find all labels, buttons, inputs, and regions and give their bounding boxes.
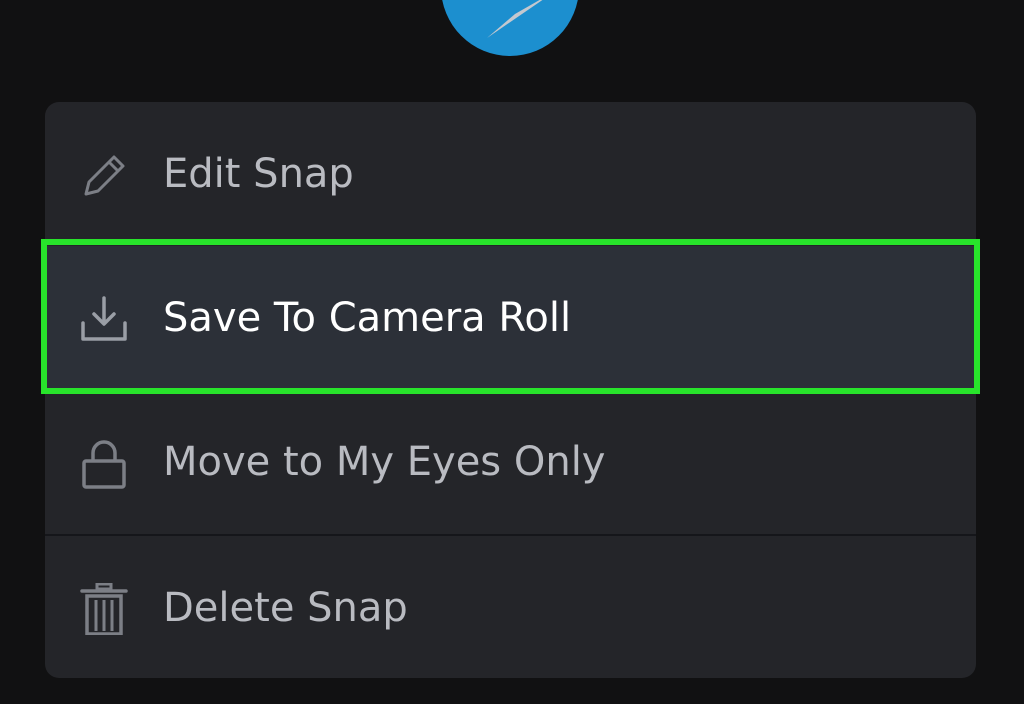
move-to-my-eyes-only-label: Move to My Eyes Only: [163, 439, 606, 485]
snap-options-menu: Edit Snap Save To Camera Roll Move to My…: [45, 102, 976, 678]
save-to-camera-roll-item[interactable]: Save To Camera Roll: [45, 246, 976, 390]
delete-snap-label: Delete Snap: [163, 585, 408, 631]
trash-icon: [78, 583, 130, 635]
edit-snap-item[interactable]: Edit Snap: [45, 102, 976, 246]
download-icon: [78, 294, 130, 346]
save-to-camera-roll-label: Save To Camera Roll: [163, 295, 572, 341]
lock-icon: [78, 438, 130, 490]
send-arrow-icon: [487, 0, 543, 38]
send-button[interactable]: [441, 0, 579, 56]
pencil-icon: [78, 150, 130, 202]
move-to-my-eyes-only-item[interactable]: Move to My Eyes Only: [45, 390, 976, 536]
delete-snap-item[interactable]: Delete Snap: [45, 536, 976, 678]
edit-snap-label: Edit Snap: [163, 151, 354, 197]
